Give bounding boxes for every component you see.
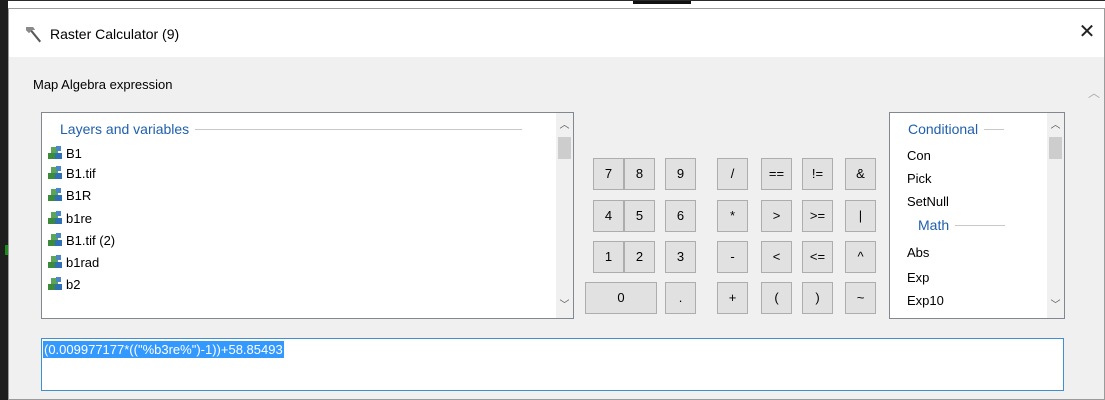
layer-item-label: b1rad xyxy=(66,254,100,270)
expression-label: Map Algebra expression xyxy=(33,77,173,92)
scroll-down-icon[interactable]: ﹀ xyxy=(556,297,573,314)
background-window-tab xyxy=(633,1,691,4)
layers-scrollbar[interactable]: ︿ ﹀ xyxy=(556,113,573,318)
function-item[interactable]: Exp xyxy=(907,270,929,285)
close-button[interactable]: ✕ xyxy=(1074,19,1100,45)
calc-button[interactable]: / xyxy=(717,158,748,190)
calc-button[interactable]: == xyxy=(761,158,792,190)
calc-button[interactable]: 3 xyxy=(665,241,696,273)
layers-section-title: Layers and variables xyxy=(60,121,190,137)
layer-item-label: B1.tif xyxy=(66,165,96,181)
raster-layer-icon xyxy=(47,253,66,272)
section-divider xyxy=(195,128,523,130)
expression-text[interactable]: (0.009977177*(("%b3re%")-1))+58.85493 xyxy=(43,341,284,358)
layer-item[interactable]: B1 xyxy=(47,143,82,163)
calc-button[interactable]: * xyxy=(717,200,748,232)
raster-layer-icon xyxy=(47,164,66,183)
calc-button[interactable]: 1 xyxy=(593,241,624,273)
scroll-thumb[interactable] xyxy=(558,137,571,159)
layers-section-header: Layers and variables xyxy=(60,121,523,137)
conditional-section-title: Conditional xyxy=(908,121,979,137)
section-divider xyxy=(984,128,1005,130)
raster-layer-icon xyxy=(47,144,66,163)
function-item[interactable]: Con xyxy=(907,148,931,163)
calc-button[interactable]: 4 xyxy=(593,200,624,232)
layer-item[interactable]: B1.tif xyxy=(47,163,96,183)
calc-button[interactable]: < xyxy=(761,241,792,273)
layers-and-variables-list[interactable]: Layers and variables B1 B1.tif B1R b1re B1.t… xyxy=(41,112,574,319)
expression-textbox[interactable]: (0.009977177*(("%b3re%")-1))+58.85493 xyxy=(41,338,1064,391)
window-title: Raster Calculator (9) xyxy=(50,26,180,42)
hammer-icon xyxy=(26,27,41,43)
layer-item-label: B1.tif (2) xyxy=(66,232,116,248)
raster-layer-icon xyxy=(47,231,66,250)
calc-button[interactable]: ~ xyxy=(845,282,876,314)
math-section-header: Math xyxy=(918,217,1006,233)
calc-button[interactable]: 6 xyxy=(665,200,696,232)
raster-layer-icon xyxy=(47,275,66,294)
function-item[interactable]: Pick xyxy=(907,171,932,186)
layer-item[interactable]: B1R xyxy=(47,185,91,205)
calc-button[interactable]: 0 xyxy=(585,282,657,314)
layer-item[interactable]: b1rad xyxy=(47,252,99,272)
close-icon: ✕ xyxy=(1078,21,1096,43)
calc-button[interactable]: <= xyxy=(802,241,833,273)
background-window-edge xyxy=(0,0,8,400)
title-bar[interactable]: Raster Calculator (9) ✕ xyxy=(9,9,1104,57)
raster-calculator-dialog: Raster Calculator (9) ✕ ︿ Map Algebra ex… xyxy=(8,8,1105,400)
calc-button[interactable]: 9 xyxy=(665,158,696,190)
function-item[interactable]: SetNull xyxy=(907,194,949,209)
calc-button[interactable]: ) xyxy=(802,282,833,314)
dialog-body: ︿ Map Algebra expression Layers and vari… xyxy=(9,57,1104,399)
scroll-thumb[interactable] xyxy=(1049,137,1062,159)
calc-button[interactable]: ( xyxy=(761,282,792,314)
layer-item-label: B1 xyxy=(66,145,82,161)
functions-list[interactable]: Conditional Con Pick SetNull Math Abs Ex… xyxy=(889,112,1065,319)
form-scroll-up-icon[interactable]: ︿ xyxy=(1088,84,1100,101)
layer-item-label: B1R xyxy=(66,187,92,203)
conditional-section-header: Conditional xyxy=(908,121,1005,137)
calc-button[interactable]: - xyxy=(717,241,748,273)
layer-item[interactable]: b1re xyxy=(47,208,92,228)
function-item[interactable]: Exp10 xyxy=(907,293,944,308)
calc-button[interactable]: 2 xyxy=(624,241,655,273)
calc-button[interactable]: . xyxy=(665,282,696,314)
section-divider xyxy=(955,224,1006,226)
calc-button[interactable]: >= xyxy=(802,200,833,232)
layer-item-label: b1re xyxy=(66,210,93,226)
functions-scrollbar[interactable]: ︿ ﹀ xyxy=(1047,113,1064,318)
scroll-up-icon[interactable]: ︿ xyxy=(1047,117,1064,134)
scroll-down-icon[interactable]: ﹀ xyxy=(1047,297,1064,314)
calc-button[interactable]: != xyxy=(802,158,833,190)
calc-button[interactable]: ^ xyxy=(845,241,876,273)
calc-button[interactable]: 8 xyxy=(624,158,655,190)
math-section-title: Math xyxy=(918,217,950,233)
raster-layer-icon xyxy=(47,186,66,205)
calc-button[interactable]: + xyxy=(717,282,748,314)
calc-button[interactable]: & xyxy=(845,158,876,190)
calc-button[interactable]: 7 xyxy=(593,158,624,190)
scroll-up-icon[interactable]: ︿ xyxy=(556,117,573,134)
calc-button[interactable]: | xyxy=(845,200,876,232)
function-item[interactable]: Abs xyxy=(907,245,929,260)
calc-button[interactable]: 5 xyxy=(624,200,655,232)
layer-item-label: b2 xyxy=(66,276,81,292)
layer-item[interactable]: b2 xyxy=(47,274,80,294)
raster-layer-icon xyxy=(47,209,66,228)
background-window-top xyxy=(8,0,1105,8)
calc-button[interactable]: > xyxy=(761,200,792,232)
layer-item[interactable]: B1.tif (2) xyxy=(47,230,115,250)
